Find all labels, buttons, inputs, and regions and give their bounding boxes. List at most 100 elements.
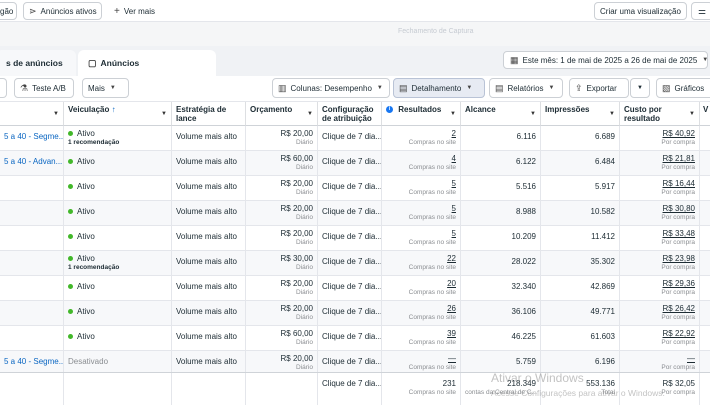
results-value[interactable]: 20 — [386, 279, 456, 288]
active-ads-filter-button[interactable]: ⋗ Anúncios ativos — [23, 2, 102, 20]
tab-adsets[interactable]: s de anúncios — [0, 50, 76, 76]
budget-value[interactable]: R$ 60,00 — [250, 329, 313, 338]
results-value[interactable]: 5 — [386, 179, 456, 188]
cell-attr: Clique de 7 dia... — [318, 151, 382, 176]
cost-per-result-value[interactable]: — — [624, 354, 695, 363]
active-ads-label: Anúncios ativos — [40, 6, 97, 16]
impressions-value: 6.484 — [594, 157, 615, 166]
cell-cpr: R$ 30,80 Por compra — [620, 201, 700, 226]
cost-per-result-value[interactable]: R$ 22,92 — [624, 329, 695, 338]
budget-period: Diário — [296, 239, 313, 246]
results-value[interactable]: 5 — [386, 204, 456, 213]
table-row[interactable]: Ativo Volume mais alto R$ 60,00 Diário Cliqu… — [0, 326, 710, 351]
cost-per-result-value[interactable]: R$ 26,42 — [624, 304, 695, 313]
recommendation-badge[interactable]: 1 recomendação — [68, 138, 167, 147]
cost-per-result-value[interactable]: R$ 40,92 — [624, 129, 695, 138]
cost-per-result-value[interactable]: R$ 16,44 — [624, 179, 695, 188]
delivery-status: Ativo — [77, 282, 95, 291]
sort-up-icon: ↑ — [111, 105, 116, 114]
cell-reach: 36.106 — [461, 301, 541, 326]
results-value[interactable]: — — [386, 354, 456, 363]
see-more-button[interactable]: + Ver mais — [110, 2, 159, 20]
attribution-value: Clique de 7 dia... — [322, 307, 382, 316]
reports-button[interactable]: ▤ Relatórios ▼ — [489, 78, 563, 98]
budget-value[interactable]: R$ 20,00 — [250, 354, 313, 363]
header-impressions[interactable]: Impressões ▼ — [541, 102, 620, 126]
results-value[interactable]: 2 — [386, 129, 456, 138]
table-row[interactable]: Ativo Volume mais alto R$ 20,00 Diário Cliqu… — [0, 176, 710, 201]
columns-button[interactable]: ▥ Colunas: Desempenho ▼ — [272, 78, 390, 98]
breakdown-button[interactable]: ▤ Detalhamento ▼ — [393, 78, 485, 98]
bid-strategy-value: Volume mais alto — [176, 332, 237, 341]
table-row[interactable]: Ativo Volume mais alto R$ 20,00 Diário Cliqu… — [0, 201, 710, 226]
table-row[interactable]: Ativo Volume mais alto R$ 20,00 Diário Cliqu… — [0, 276, 710, 301]
ad-name-link[interactable]: 5 a 40 - Segme... — [4, 132, 63, 141]
totals-name-cell — [0, 373, 64, 405]
ad-name-link[interactable]: 5 a 40 - Advan... — [4, 157, 62, 166]
cost-per-result-value[interactable]: R$ 21,81 — [624, 154, 695, 163]
cost-per-result-unit: Por compra — [661, 214, 695, 221]
chevron-down-icon: ▼ — [466, 85, 473, 91]
header-budget[interactable]: Orçamento ▼ — [246, 102, 318, 126]
cost-per-result-value[interactable]: R$ 23,98 — [624, 254, 695, 263]
table-row[interactable]: Ativo Volume mais alto R$ 20,00 Diário Cliqu… — [0, 226, 710, 251]
budget-value[interactable]: R$ 30,00 — [250, 254, 313, 263]
date-range-picker[interactable]: ▦ Este mês: 1 de mai de 2025 a 26 de mai… — [503, 51, 708, 69]
bid-strategy-value: Volume mais alto — [176, 157, 237, 166]
header-reach[interactable]: Alcance ▼ — [461, 102, 541, 126]
results-value[interactable]: 5 — [386, 229, 456, 238]
table-row[interactable]: 5 a 40 - Advan... Ativo Volume mais alto R$… — [0, 151, 710, 176]
reports-label: Relatórios — [507, 83, 544, 93]
budget-value[interactable]: R$ 20,00 — [250, 179, 313, 188]
header-name[interactable]: ▼ — [0, 102, 64, 126]
results-value[interactable]: 22 — [386, 254, 456, 263]
attribution-value: Clique de 7 dia... — [322, 207, 382, 216]
action-partial[interactable] — [0, 78, 7, 98]
results-value[interactable]: 4 — [386, 154, 456, 163]
left-partial-label: gão — [0, 6, 14, 16]
export-button[interactable]: ⇪ Exportar — [569, 78, 629, 98]
header-bid-strategy[interactable]: Estratégia de lance — [172, 102, 246, 126]
results-value[interactable]: 26 — [386, 304, 456, 313]
cost-per-result-value[interactable]: R$ 29,36 — [624, 279, 695, 288]
create-view-button[interactable]: Criar uma visualização — [594, 2, 687, 20]
reach-value: 36.106 — [511, 307, 536, 316]
charts-button[interactable]: ▧ Gráficos — [656, 78, 710, 98]
cell-name: 5 a 40 - Segme... — [0, 126, 64, 151]
ab-test-button[interactable]: ⚗ Teste A/B — [14, 78, 74, 98]
cell-results: 2 Compras no site — [382, 126, 461, 151]
budget-value[interactable]: R$ 60,00 — [250, 154, 313, 163]
sliders-button[interactable]: ⚌ — [691, 2, 710, 20]
status-active-dot-icon — [68, 334, 73, 340]
budget-value[interactable]: R$ 20,00 — [250, 129, 313, 138]
header-results[interactable]: i Resultados ▼ — [382, 102, 461, 126]
more-button[interactable]: Mais ▼ — [82, 78, 129, 98]
budget-value[interactable]: R$ 20,00 — [250, 279, 313, 288]
budget-value[interactable]: R$ 20,00 — [250, 229, 313, 238]
table-row[interactable]: Ativo Volume mais alto R$ 20,00 Diário Cliqu… — [0, 301, 710, 326]
cost-per-result-unit: Por compra — [661, 189, 695, 196]
budget-value[interactable]: R$ 20,00 — [250, 204, 313, 213]
cell-last — [700, 126, 710, 151]
table-row[interactable]: Ativo 1 recomendação Volume mais alto R$ 30… — [0, 251, 710, 276]
tab-ads[interactable]: ▢ Anúncios — [78, 50, 216, 76]
cost-per-result-value[interactable]: R$ 33,48 — [624, 229, 695, 238]
breakdown-label: Detalhamento — [411, 83, 462, 93]
header-delivery[interactable]: Veiculação ↑ ▼ — [64, 102, 172, 126]
export-dropdown-button[interactable]: ▼ — [630, 78, 650, 98]
header-cost-per-result[interactable]: Custo por resultado ▼ — [620, 102, 700, 126]
impressions-value: 10.582 — [590, 207, 615, 216]
header-attribution[interactable]: Configuração de atribuição — [318, 102, 382, 126]
table-row[interactable]: 5 a 40 - Segme... Ativo 1 recomendação Volu… — [0, 126, 710, 151]
budget-value[interactable]: R$ 20,00 — [250, 304, 313, 313]
cell-bid: Volume mais alto — [172, 301, 246, 326]
cell-name — [0, 326, 64, 351]
results-value[interactable]: 39 — [386, 329, 456, 338]
status-active-dot-icon — [68, 131, 73, 137]
cost-per-result-value[interactable]: R$ 30,80 — [624, 204, 695, 213]
left-partial-button[interactable]: gão — [0, 2, 17, 20]
header-partial[interactable]: V — [700, 102, 710, 126]
results-type: Compras no site — [408, 164, 456, 171]
recommendation-badge[interactable]: 1 recomendação — [68, 263, 167, 272]
ad-name-link[interactable]: 5 a 40 - Segme... — [4, 357, 63, 366]
